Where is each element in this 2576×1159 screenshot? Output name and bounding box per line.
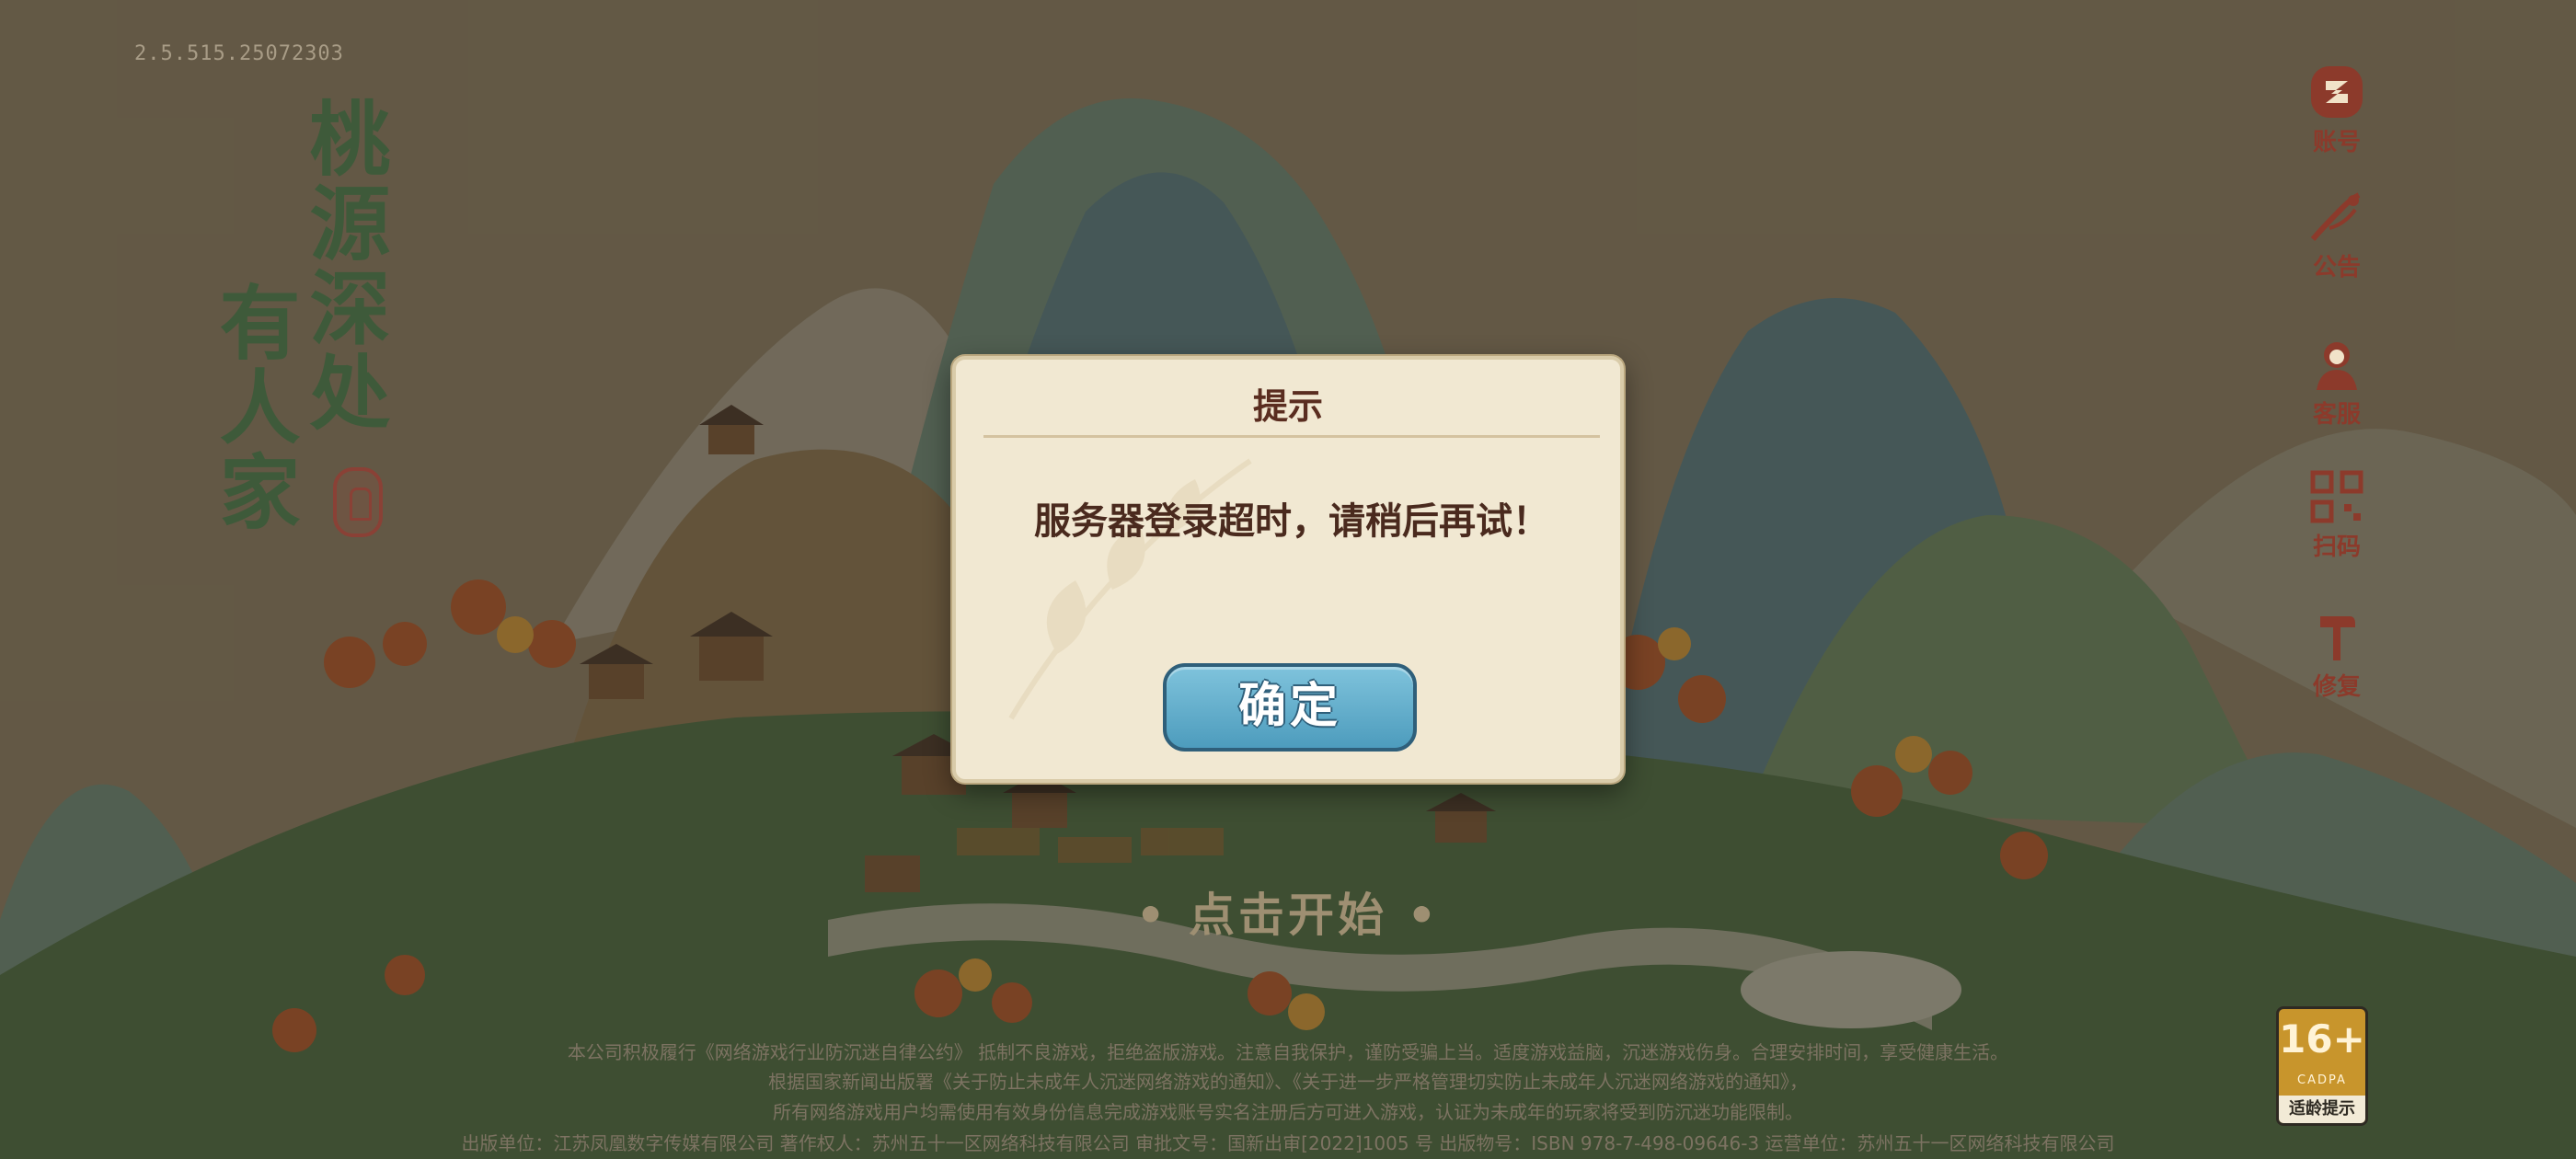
age-rating-number: 16+ — [2279, 1016, 2365, 1061]
age-rating-org: CADPA — [2297, 1073, 2347, 1087]
game-title-line-2: 有人家 — [206, 281, 302, 534]
side-item-label: 修复 — [2312, 673, 2361, 701]
real-name-notice: 所有网络游戏用户均需使用有效身份信息完成游戏账号实名注册后方可进入游戏，认证为未… — [773, 1101, 1803, 1123]
age-rating-label: 适龄提示 — [2279, 1096, 2365, 1123]
announcement-icon — [2310, 192, 2361, 241]
side-item-label: 客服 — [2312, 401, 2361, 429]
side-item-label: 公告 — [2312, 254, 2361, 281]
version-label: 2.5.515.25072303 — [134, 42, 344, 65]
side-item-customer-service[interactable]: 客服 — [2300, 335, 2374, 430]
confirm-button-label: 确定 — [1237, 679, 1341, 734]
age-rating-badge[interactable]: 16+ CADPA 适龄提示 — [2276, 1006, 2368, 1126]
anti-addiction-notice: 本公司积极履行《网络游戏行业防沉迷自律公约》 抵制不良游戏，拒绝盗版游戏。注意自… — [567, 1041, 2009, 1063]
regulation-notice: 根据国家新闻出版署《关于防止未成年人沉迷网络游戏的通知》、《关于进一步严格管理切… — [768, 1071, 1808, 1093]
timeout-dialog: 提示 服务器登录超时，请稍后再试！ 确定 — [952, 356, 1624, 783]
customer-service-icon — [2317, 342, 2357, 390]
repair-hammer-icon — [2320, 616, 2355, 660]
confirm-button[interactable]: 确定 — [1163, 663, 1417, 752]
side-item-account[interactable]: 账号 — [2300, 63, 2374, 157]
publisher-info: 出版单位：江苏凤凰数字传媒有限公司 著作权人：苏州五十一区网络科技有限公司 审批… — [461, 1132, 2115, 1154]
dialog-divider — [983, 435, 1600, 438]
tap-to-start-label[interactable]: • 点击开始 • — [1132, 878, 1444, 945]
side-item-qr-scan[interactable]: 扫码 — [2300, 467, 2374, 562]
account-icon — [2311, 66, 2363, 118]
dialog-title: 提示 — [1252, 385, 1323, 427]
game-title-line-1: 桃源深处 — [296, 97, 392, 435]
side-item-repair[interactable]: 修复 — [2300, 607, 2374, 702]
title-seal-icon — [333, 467, 383, 537]
side-item-label: 账号 — [2312, 129, 2361, 156]
qr-scan-icon — [2310, 470, 2363, 523]
side-item-announcement[interactable]: 公告 — [2300, 188, 2374, 282]
side-item-label: 扫码 — [2312, 534, 2361, 561]
dialog-message: 服务器登录超时，请稍后再试！ — [1034, 499, 1549, 543]
